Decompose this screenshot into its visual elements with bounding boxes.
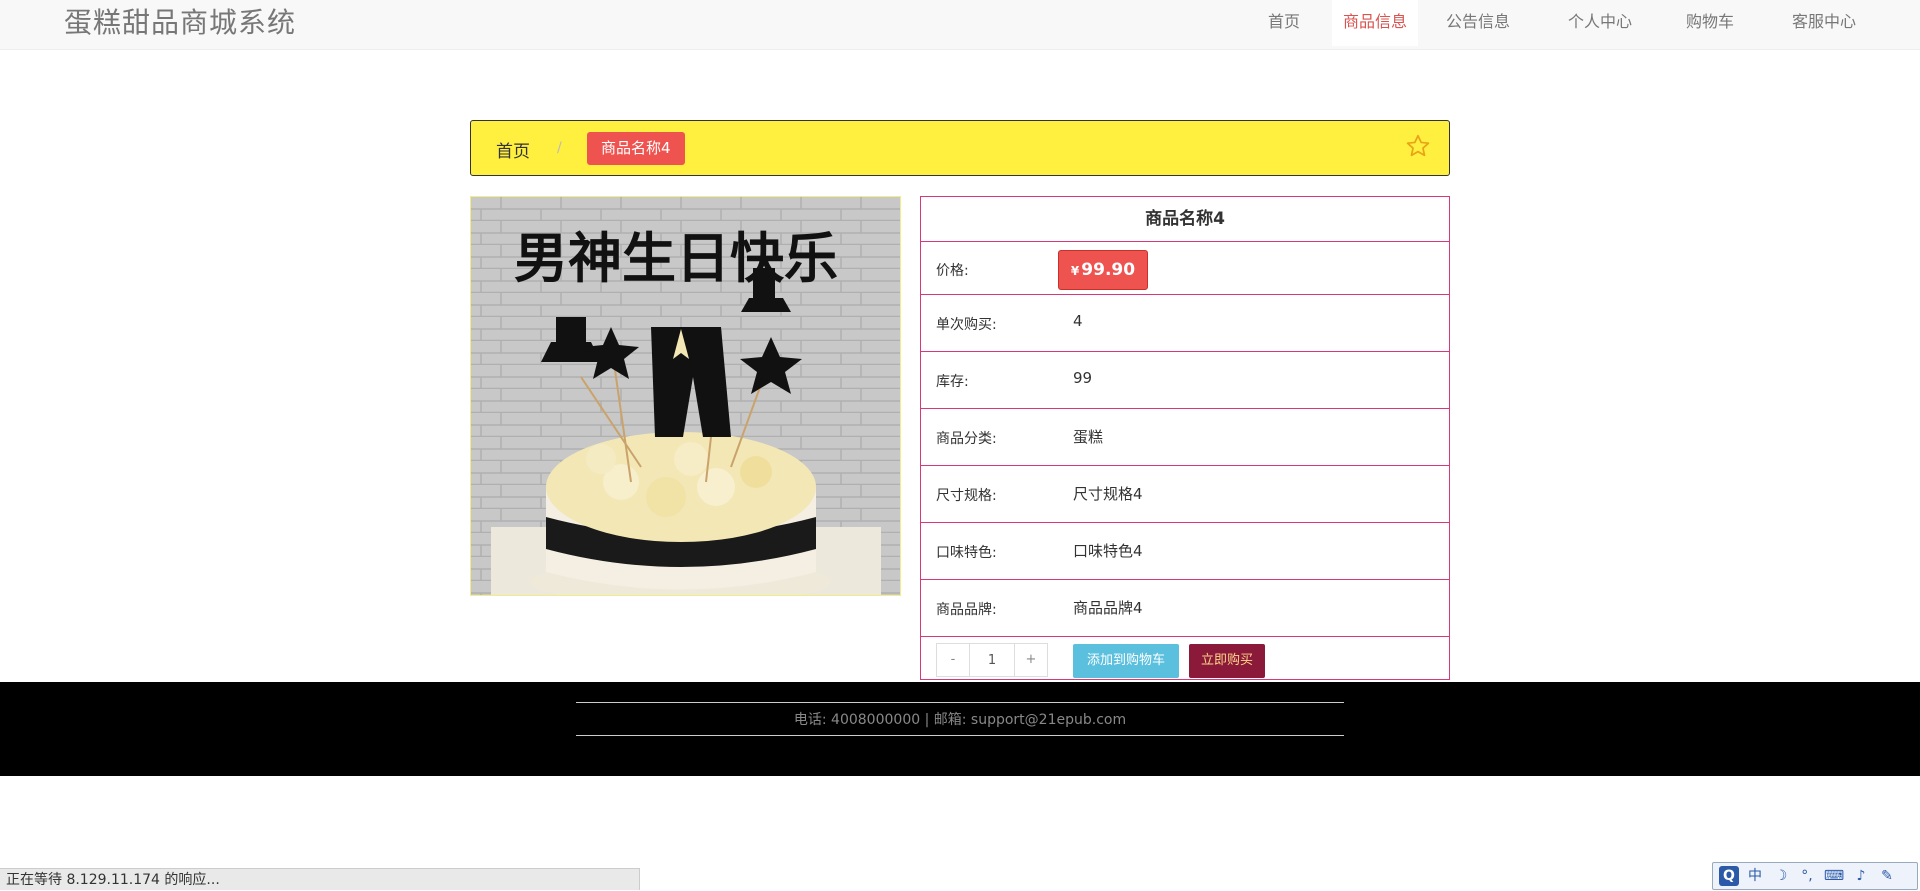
footer-divider <box>576 735 1344 736</box>
ime-voice-icon[interactable]: ♪ <box>1849 866 1873 886</box>
footer-contact: 电话: 4008000000 | 邮箱: support@21epub.com <box>793 712 1127 728</box>
nav-item-profile[interactable]: 个人中心 <box>1550 0 1650 46</box>
nav-item-notices[interactable]: 公告信息 <box>1428 0 1528 46</box>
breadcrumb-home[interactable]: 首页 <box>496 137 530 162</box>
site-footer: 电话: 4008000000 | 邮箱: support@21epub.com <box>0 682 1920 776</box>
nav-item-products[interactable]: 商品信息 <box>1332 0 1418 46</box>
info-row-stock: 库存: 99 <box>921 352 1449 409</box>
ime-mode-chinese[interactable]: 中 <box>1743 866 1767 886</box>
info-value: 蛋糕 <box>1073 428 1104 446</box>
quantity-stepper: - + <box>936 643 1048 677</box>
cake-topper-text: 男神生日快乐 <box>514 226 838 290</box>
add-to-cart-button[interactable]: 添加到购物车 <box>1073 644 1179 678</box>
price-value: 99.90 <box>1081 260 1136 280</box>
info-row-category: 商品分类: 蛋糕 <box>921 409 1449 466</box>
info-value: 4 <box>1073 312 1083 330</box>
info-label: 尺寸规格: <box>936 488 997 504</box>
ime-tools-icon[interactable]: ✎ <box>1875 866 1899 886</box>
product-info-table: 商品名称4 价格: ¥99.90 单次购买: 4 库存: 99 商品分类: 蛋糕… <box>920 196 1450 680</box>
ime-logo-icon[interactable]: Q <box>1719 866 1739 886</box>
browser-status-bar: 正在等待 8.129.11.174 的响应... <box>0 868 640 890</box>
info-value: 尺寸规格4 <box>1073 485 1143 503</box>
ime-punctuation-icon[interactable]: °, <box>1795 866 1819 886</box>
breadcrumb: 首页 / 商品名称4 <box>470 120 1450 176</box>
price-badge: ¥99.90 <box>1058 250 1148 290</box>
quantity-decrease-button[interactable]: - <box>937 644 970 676</box>
info-row-flavor: 口味特色: 口味特色4 <box>921 523 1449 580</box>
info-label: 库存: <box>936 374 969 390</box>
top-navbar: 蛋糕甜品商城系统 首页 商品信息 公告信息 个人中心 购物车 客服中心 <box>0 0 1920 50</box>
info-label: 口味特色: <box>936 545 997 561</box>
ime-toolbar: Q 中 ☽ °, ⌨ ♪ ✎ <box>1712 862 1918 890</box>
quantity-increase-button[interactable]: + <box>1014 644 1047 676</box>
star-outline-icon[interactable] <box>1405 133 1431 159</box>
price-symbol: ¥ <box>1070 264 1080 278</box>
buy-now-button[interactable]: 立即购买 <box>1189 644 1265 678</box>
cake-photo: 男神生日快乐 <box>471 197 900 595</box>
ime-keyboard-icon[interactable]: ⌨ <box>1821 866 1847 886</box>
info-value: 99 <box>1073 369 1093 387</box>
nav-item-cart[interactable]: 购物车 <box>1670 0 1750 46</box>
price-label: 价格: <box>936 263 969 279</box>
info-value: 口味特色4 <box>1073 542 1143 560</box>
info-row-brand: 商品品牌: 商品品牌4 <box>921 580 1449 637</box>
nav-item-home[interactable]: 首页 <box>1244 0 1324 46</box>
info-value: 商品品牌4 <box>1073 599 1143 617</box>
site-brand[interactable]: 蛋糕甜品商城系统 <box>64 6 296 40</box>
info-row-quota: 单次购买: 4 <box>921 295 1449 352</box>
product-name: 商品名称4 <box>921 197 1449 242</box>
price-row: 价格: ¥99.90 <box>921 242 1449 295</box>
info-label: 商品分类: <box>936 431 997 447</box>
quantity-input[interactable] <box>971 644 1013 676</box>
purchase-actions: - + 添加到购物车 立即购买 <box>921 637 1449 679</box>
info-label: 单次购买: <box>936 317 997 333</box>
breadcrumb-separator: / <box>557 140 562 156</box>
info-row-size: 尺寸规格: 尺寸规格4 <box>921 466 1449 523</box>
product-image: 男神生日快乐 <box>470 196 901 596</box>
ime-moon-icon[interactable]: ☽ <box>1769 866 1793 886</box>
footer-divider <box>576 702 1344 703</box>
nav-item-service[interactable]: 客服中心 <box>1774 0 1874 46</box>
info-label: 商品品牌: <box>936 602 997 618</box>
breadcrumb-current: 商品名称4 <box>587 132 685 165</box>
